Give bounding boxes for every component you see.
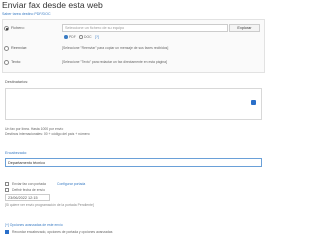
- reenviar-hint: [Seleccione "Reenviar" para copiar un me…: [62, 46, 169, 50]
- format-pdf-radio[interactable]: [64, 35, 68, 39]
- file-input[interactable]: Seleccione un fichero de su equipo: [62, 24, 228, 32]
- send-with-cover-checkbox[interactable]: [5, 182, 9, 186]
- texto-radio[interactable]: [4, 60, 9, 65]
- heading-label: Encabezado:: [5, 151, 28, 155]
- recipients-help-line2: Destinos internacionales: 00 + código de…: [5, 132, 90, 136]
- reenviar-label: Reenviar:: [11, 46, 28, 50]
- advanced-options-toggle[interactable]: [+] Opciones avanzadas de este envío: [5, 223, 63, 227]
- fichero-label: Fichero:: [11, 26, 25, 30]
- texto-label: Texto:: [11, 60, 22, 64]
- configure-cover-link[interactable]: Configurar portada: [57, 182, 85, 186]
- remember-label: Recordar encabezado, opciones de portada…: [12, 230, 113, 234]
- reenviar-radio[interactable]: [4, 46, 9, 51]
- recipients-textarea[interactable]: [5, 88, 262, 120]
- page-subtitle-link[interactable]: Saber tarea destino PDF/DOC: [2, 12, 51, 16]
- page-title: Enviar fax desde esta web: [2, 0, 103, 10]
- define-date-checkbox[interactable]: [5, 188, 9, 192]
- define-date-label: Definir fecha de envío: [12, 188, 45, 192]
- remember-checkbox[interactable]: [5, 230, 9, 234]
- scroll-down-icon[interactable]: [251, 100, 256, 105]
- recipients-help-line1: Un fax por línea. Hasta 1000 por envío: [5, 127, 64, 131]
- date-input[interactable]: 23/06/2022 12:15: [5, 194, 50, 201]
- explore-button[interactable]: Explorar: [229, 24, 260, 32]
- format-help-link[interactable]: [?]: [95, 35, 99, 39]
- format-doc-radio[interactable]: [79, 35, 83, 39]
- format-doc-label: DOC: [84, 35, 92, 39]
- heading-input[interactable]: Departamento técnico: [5, 158, 262, 167]
- send-with-cover-label: Enviar fax con portada: [12, 182, 46, 186]
- texto-hint: [Seleccione "Texto" para redactar un fax…: [62, 60, 167, 64]
- format-pdf-label: PDF: [69, 35, 76, 39]
- fichero-radio[interactable]: [4, 26, 9, 31]
- date-hint: [Si quiere ver envío programación de la …: [5, 203, 94, 207]
- recipients-label: Destinatarios:: [5, 80, 29, 84]
